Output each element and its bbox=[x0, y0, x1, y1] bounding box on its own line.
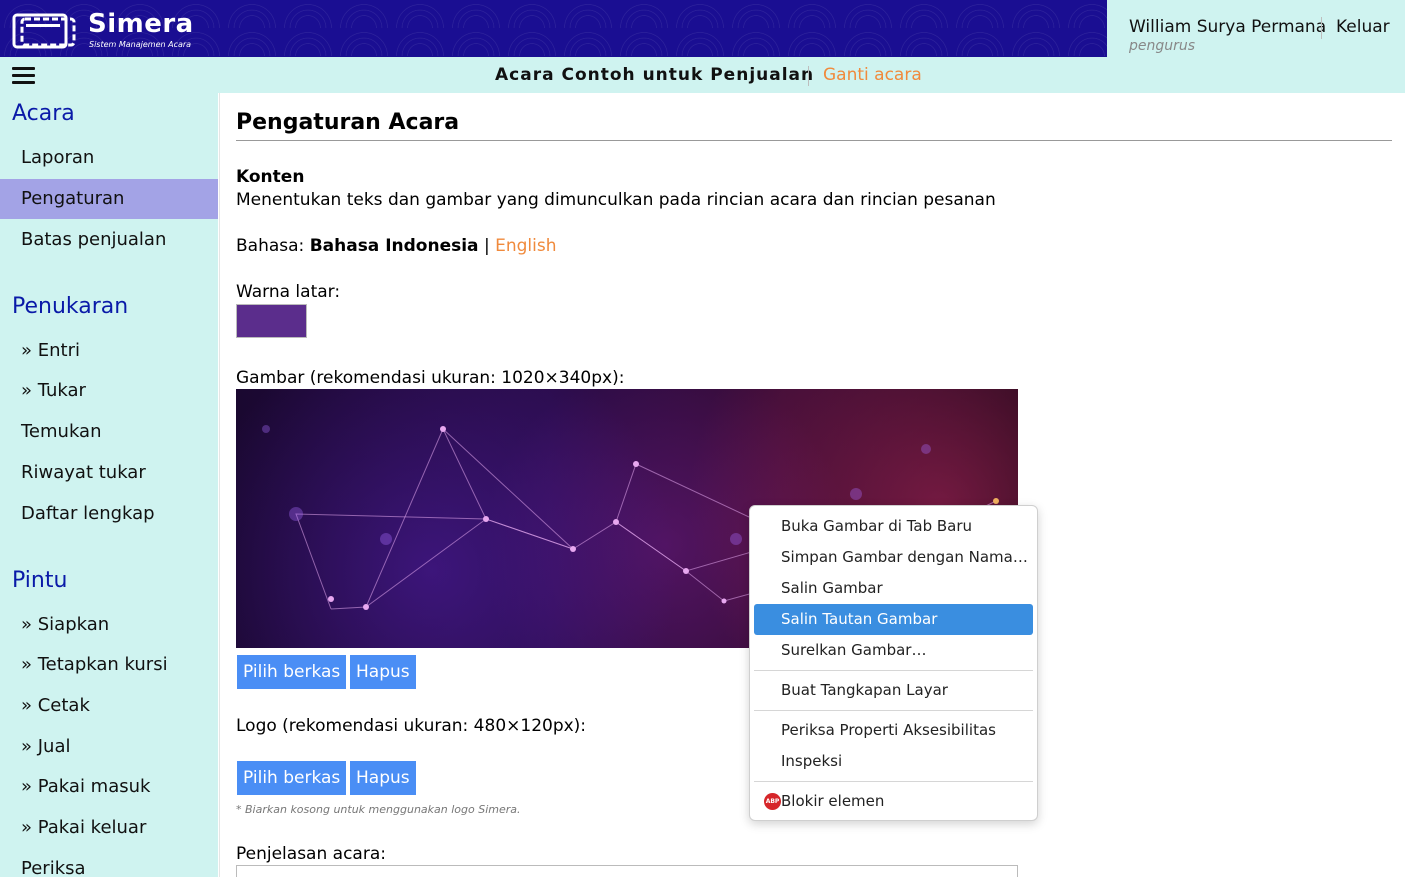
context-menu: Buka Gambar di Tab Baru Simpan Gambar de… bbox=[749, 505, 1038, 821]
hamburger-menu-icon[interactable] bbox=[12, 67, 35, 84]
menu-block-element[interactable]: ABP Blokir elemen bbox=[754, 786, 1033, 817]
user-divider bbox=[1321, 17, 1322, 39]
brand-banner: Simera Sistem Manajemen Acara bbox=[0, 0, 1107, 57]
sidebar-item-daftar-lengkap[interactable]: Daftar lengkap bbox=[0, 494, 218, 534]
menu-copy-image-link[interactable]: Salin Tautan Gambar bbox=[754, 604, 1033, 635]
sidebar-item-pakai-masuk[interactable]: » Pakai masuk bbox=[0, 767, 218, 807]
section-title: Konten bbox=[236, 167, 305, 187]
image-choose-file-button[interactable]: Pilih berkas bbox=[237, 655, 347, 689]
menu-save-image-as[interactable]: Simpan Gambar dengan Nama… bbox=[754, 542, 1033, 573]
bg-color-label: Warna latar: bbox=[236, 282, 341, 302]
language-separator: | bbox=[483, 236, 490, 256]
sidebar-item-temukan[interactable]: Temukan bbox=[0, 412, 218, 452]
user-panel: William Surya Permana Keluar pengurus bbox=[1107, 0, 1405, 57]
logout-link[interactable]: Keluar bbox=[1336, 17, 1390, 37]
sidebar-item-laporan[interactable]: Laporan bbox=[0, 138, 218, 178]
language-row: Bahasa: Bahasa Indonesia | English bbox=[236, 236, 556, 256]
change-event-link[interactable]: Ganti acara bbox=[823, 65, 922, 85]
menu-email-image[interactable]: Surelkan Gambar… bbox=[754, 635, 1033, 666]
sidebar-item-jual[interactable]: » Jual bbox=[0, 727, 218, 767]
sidebar-item-siapkan[interactable]: » Siapkan bbox=[0, 605, 218, 645]
image-label: Gambar (rekomendasi ukuran: 1020×340px): bbox=[236, 368, 625, 388]
sidebar-section-pintu: Pintu bbox=[12, 568, 68, 593]
ticket-logo-icon bbox=[12, 13, 76, 49]
app-subtitle: Sistem Manajemen Acara bbox=[89, 40, 192, 49]
language-label: Bahasa: bbox=[236, 236, 305, 256]
menu-open-image-new-tab[interactable]: Buka Gambar di Tab Baru bbox=[754, 511, 1033, 542]
sidebar-section-penukaran: Penukaran bbox=[12, 294, 129, 319]
bg-color-picker[interactable] bbox=[236, 304, 307, 338]
sidebar-section-acara: Acara bbox=[12, 101, 75, 126]
logo-choose-file-button[interactable]: Pilih berkas bbox=[237, 761, 347, 795]
logo-delete-button[interactable]: Hapus bbox=[350, 761, 416, 795]
sidebar-item-pakai-keluar[interactable]: » Pakai keluar bbox=[0, 808, 218, 848]
event-bar-divider bbox=[808, 66, 809, 86]
sidebar-item-cetak[interactable]: » Cetak bbox=[0, 686, 218, 726]
description-editor[interactable] bbox=[236, 865, 1018, 877]
image-delete-button[interactable]: Hapus bbox=[350, 655, 416, 689]
logo-note: * Biarkan kosong untuk menggunakan logo … bbox=[236, 803, 521, 816]
sidebar-item-tetapkan-kursi[interactable]: » Tetapkan kursi bbox=[0, 645, 218, 685]
sidebar-item-periksa[interactable]: Periksa bbox=[0, 849, 218, 877]
app-name: Simera bbox=[88, 9, 194, 39]
sidebar-item-entri[interactable]: » Entri bbox=[0, 331, 218, 371]
user-name: William Surya Permana bbox=[1129, 17, 1327, 37]
sidebar: Acara Laporan Pengaturan Batas penjualan… bbox=[0, 93, 218, 877]
user-role: pengurus bbox=[1129, 38, 1196, 54]
language-english-link[interactable]: English bbox=[495, 236, 556, 256]
language-current: Bahasa Indonesia bbox=[309, 236, 479, 256]
sidebar-item-tukar[interactable]: » Tukar bbox=[0, 371, 218, 411]
title-divider bbox=[236, 140, 1392, 141]
menu-take-screenshot[interactable]: Buat Tangkapan Layar bbox=[754, 675, 1033, 706]
menu-inspect-accessibility[interactable]: Periksa Properti Aksesibilitas bbox=[754, 715, 1033, 746]
current-event-name: Acara Contoh untuk Penjualan bbox=[495, 65, 815, 85]
menu-separator bbox=[754, 670, 1033, 671]
page-title: Pengaturan Acara bbox=[236, 110, 460, 135]
menu-separator bbox=[754, 781, 1033, 782]
app-header: Simera Sistem Manajemen Acara William Su… bbox=[0, 0, 1405, 57]
menu-block-element-label: Blokir elemen bbox=[781, 792, 885, 810]
sidebar-item-pengaturan[interactable]: Pengaturan bbox=[0, 179, 218, 219]
event-bar: Acara Contoh untuk Penjualan Ganti acara bbox=[0, 57, 1405, 93]
menu-separator bbox=[754, 710, 1033, 711]
menu-copy-image[interactable]: Salin Gambar bbox=[754, 573, 1033, 604]
sidebar-item-batas-penjualan[interactable]: Batas penjualan bbox=[0, 220, 218, 260]
sidebar-item-riwayat-tukar[interactable]: Riwayat tukar bbox=[0, 453, 218, 493]
section-description: Menentukan teks dan gambar yang dimuncul… bbox=[236, 190, 996, 210]
logo-label: Logo (rekomendasi ukuran: 480×120px): bbox=[236, 716, 587, 736]
description-label: Penjelasan acara: bbox=[236, 844, 386, 864]
menu-inspect[interactable]: Inspeksi bbox=[754, 746, 1033, 777]
adblock-icon: ABP bbox=[764, 793, 781, 810]
